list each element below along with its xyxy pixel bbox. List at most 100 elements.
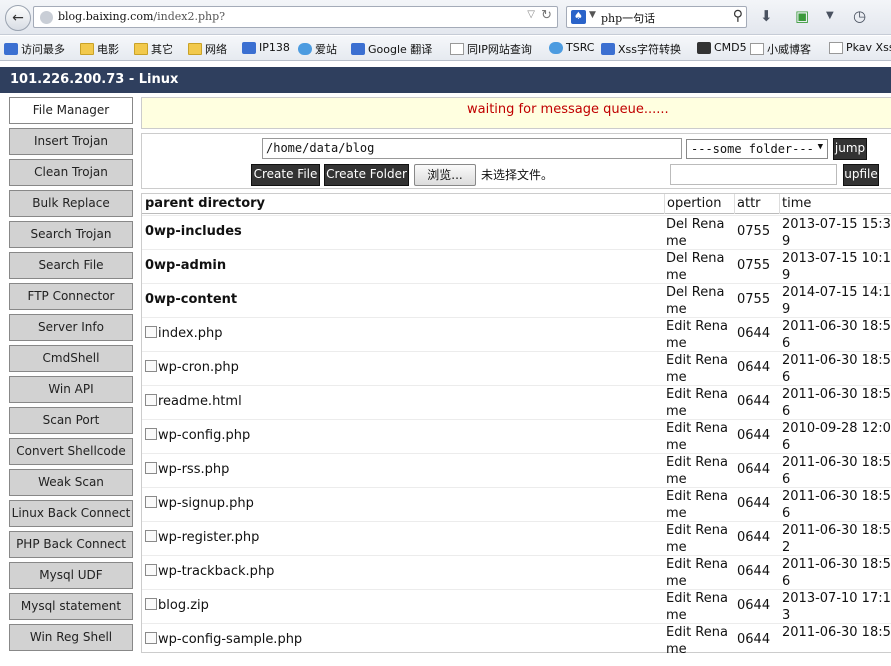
row-attr[interactable]: 0644 <box>737 632 770 666</box>
row-operations[interactable]: Edit Rename <box>666 556 736 590</box>
sidebar-item-mysql-statement[interactable]: Mysql statement <box>9 593 133 620</box>
upfile-input[interactable] <box>670 164 837 185</box>
row-checkbox[interactable] <box>145 632 157 644</box>
bookmark-folder-network[interactable]: 网络 <box>188 41 227 57</box>
file-link[interactable]: wp-trackback.php <box>158 564 274 579</box>
row-time[interactable]: 2011-06-30 18:5 26 <box>782 318 891 352</box>
back-arrow-icon[interactable]: ← <box>5 5 31 31</box>
row-checkbox[interactable] <box>145 428 157 440</box>
sidebar-item-ftp-connector[interactable]: FTP Connector <box>9 283 133 310</box>
sidebar-item-win-api[interactable]: Win API <box>9 376 133 403</box>
bookmark-tsrc[interactable]: TSRC <box>549 41 594 54</box>
row-operations[interactable]: Edit Rename <box>666 522 736 556</box>
sidebar-item-server-info[interactable]: Server Info <box>9 314 133 341</box>
download-icon[interactable]: ⬇ <box>760 7 773 25</box>
folder-select[interactable]: ---some folder--- ▼ <box>686 139 828 159</box>
row-time[interactable]: 2013-07-15 10:1 29 <box>782 250 891 284</box>
row-checkbox[interactable] <box>145 598 157 610</box>
engine-dropdown-icon[interactable]: ▼ <box>589 10 596 20</box>
bookmark-same-ip[interactable]: 同IP网站查询 <box>450 41 532 57</box>
upfile-button[interactable]: upfile <box>843 164 879 186</box>
row-checkbox[interactable] <box>145 360 157 372</box>
row-operations[interactable]: Edit Rename <box>666 454 736 488</box>
file-link[interactable]: wp-cron.php <box>158 360 239 375</box>
bookmark-folder-movies[interactable]: 电影 <box>80 41 119 57</box>
create-folder-button[interactable]: Create Folder <box>324 164 409 186</box>
bookmark-xss-convert[interactable]: Xss字符转换 <box>601 41 681 57</box>
sidebar-item-weak-scan[interactable]: Weak Scan <box>9 469 133 496</box>
bookmark-folder-other[interactable]: 其它 <box>134 41 173 57</box>
sidebar-item-clean-trojan[interactable]: Clean Trojan <box>9 159 133 186</box>
file-link[interactable]: index.php <box>158 326 222 341</box>
row-time[interactable]: 2014-07-15 14:1 09 <box>782 284 891 318</box>
row-time[interactable]: 2011-06-30 18:5 26 <box>782 454 891 488</box>
bookmark-cmd5[interactable]: CMD5 <box>697 41 747 54</box>
row-operations[interactable]: Edit Rename <box>666 352 736 386</box>
sidebar-item-php-back-connect[interactable]: PHP Back Connect <box>9 531 133 558</box>
row-checkbox[interactable] <box>145 326 157 338</box>
bookmark-xiaowei-blog[interactable]: 小威博客 <box>750 41 811 57</box>
sidebar-item-mysql-udf[interactable]: Mysql UDF <box>9 562 133 589</box>
row-time[interactable]: 2011-06-30 18:5 26 <box>782 488 891 522</box>
row-operations[interactable]: Edit Rename <box>666 420 736 454</box>
clock-icon[interactable]: ◷ <box>853 7 866 25</box>
row-operations[interactable]: Edit Rename <box>666 386 736 420</box>
bookmark-pkav-xss[interactable]: Pkav Xss <box>829 41 891 54</box>
sidebar-item-file-manager[interactable]: File Manager <box>9 97 133 124</box>
row-time[interactable]: 2010-09-28 12:0 26 <box>782 420 891 454</box>
bookmark-most-visited[interactable]: 访问最多 <box>4 41 65 57</box>
file-link[interactable]: wp-register.php <box>158 530 259 545</box>
row-operations[interactable]: Edit Rename <box>666 624 736 658</box>
file-link[interactable]: wp-config.php <box>158 428 250 443</box>
row-time[interactable]: 2011-06-30 18:5 22 <box>782 522 891 556</box>
bookmark-google-translate[interactable]: Google 翻译 <box>351 41 432 57</box>
file-link[interactable]: wp-signup.php <box>158 496 254 511</box>
browse-button[interactable]: 浏览... <box>414 164 476 186</box>
row-checkbox[interactable] <box>145 564 157 576</box>
history-dropdown-icon[interactable]: ▽ <box>527 9 535 20</box>
create-file-button[interactable]: Create File <box>251 164 320 186</box>
bookmark-ip138[interactable]: IP138 <box>242 41 290 54</box>
row-time[interactable]: 2011-06-30 18:5 16 <box>782 386 891 420</box>
row-time[interactable]: 2011-06-30 18:5 26 <box>782 556 891 590</box>
file-link[interactable]: readme.html <box>158 394 242 409</box>
row-operations[interactable]: Del Rename <box>666 250 736 284</box>
dir-link[interactable]: wp-includes <box>154 224 242 239</box>
sidebar-item-scan-port[interactable]: Scan Port <box>9 407 133 434</box>
column-header-name[interactable]: parent directory <box>142 194 664 214</box>
file-link[interactable]: wp-rss.php <box>158 462 229 477</box>
row-operations[interactable]: Edit Rename <box>666 488 736 522</box>
row-checkbox[interactable] <box>145 496 157 508</box>
row-operations[interactable]: Edit Rename <box>666 318 736 352</box>
row-time[interactable]: 2013-07-10 17:1 43 <box>782 590 891 624</box>
search-box[interactable]: ♠ ▼ php一句话 ⚲ <box>566 6 747 28</box>
sidebar-item-insert-trojan[interactable]: Insert Trojan <box>9 128 133 155</box>
sidebar-item-convert-shellcode[interactable]: Convert Shellcode <box>9 438 133 465</box>
search-engine-icon[interactable]: ♠ <box>571 10 586 24</box>
row-operations[interactable]: Del Rename <box>666 284 736 318</box>
sidebar-item-search-file[interactable]: Search File <box>9 252 133 279</box>
row-time[interactable]: 2013-07-15 15:3 59 <box>782 216 891 250</box>
dir-link[interactable]: wp-content <box>154 292 237 307</box>
jump-button[interactable]: jump <box>833 138 867 160</box>
dir-link[interactable]: wp-admin <box>154 258 226 273</box>
row-operations[interactable]: Del Rename <box>666 216 736 250</box>
bookmark-aizhan[interactable]: 爱站 <box>298 41 337 57</box>
reload-icon[interactable]: ↻ <box>541 8 552 23</box>
path-input[interactable]: /home/data/blog <box>262 138 682 159</box>
file-name[interactable]: wp-config-sample.php <box>145 632 302 666</box>
file-link[interactable]: wp-config-sample.php <box>158 632 302 647</box>
sidebar-item-cmdshell[interactable]: CmdShell <box>9 345 133 372</box>
addon-icon[interactable]: ▣ <box>795 7 809 25</box>
sidebar-item-search-trojan[interactable]: Search Trojan <box>9 221 133 248</box>
sidebar-item-bulk-replace[interactable]: Bulk Replace <box>9 190 133 217</box>
magnifier-icon[interactable]: ⚲ <box>733 8 743 24</box>
row-operations[interactable]: Edit Rename <box>666 590 736 624</box>
file-link[interactable]: blog.zip <box>158 598 209 613</box>
row-checkbox[interactable] <box>145 462 157 474</box>
row-checkbox[interactable] <box>145 530 157 542</box>
row-checkbox[interactable] <box>145 394 157 406</box>
address-bar[interactable]: blog.baixing.com/index2.php? ▽ ↻ <box>33 6 558 28</box>
menu-dropdown-icon[interactable]: ▼ <box>826 10 834 21</box>
row-time[interactable]: 2011-06-30 18:5 <box>782 624 891 658</box>
